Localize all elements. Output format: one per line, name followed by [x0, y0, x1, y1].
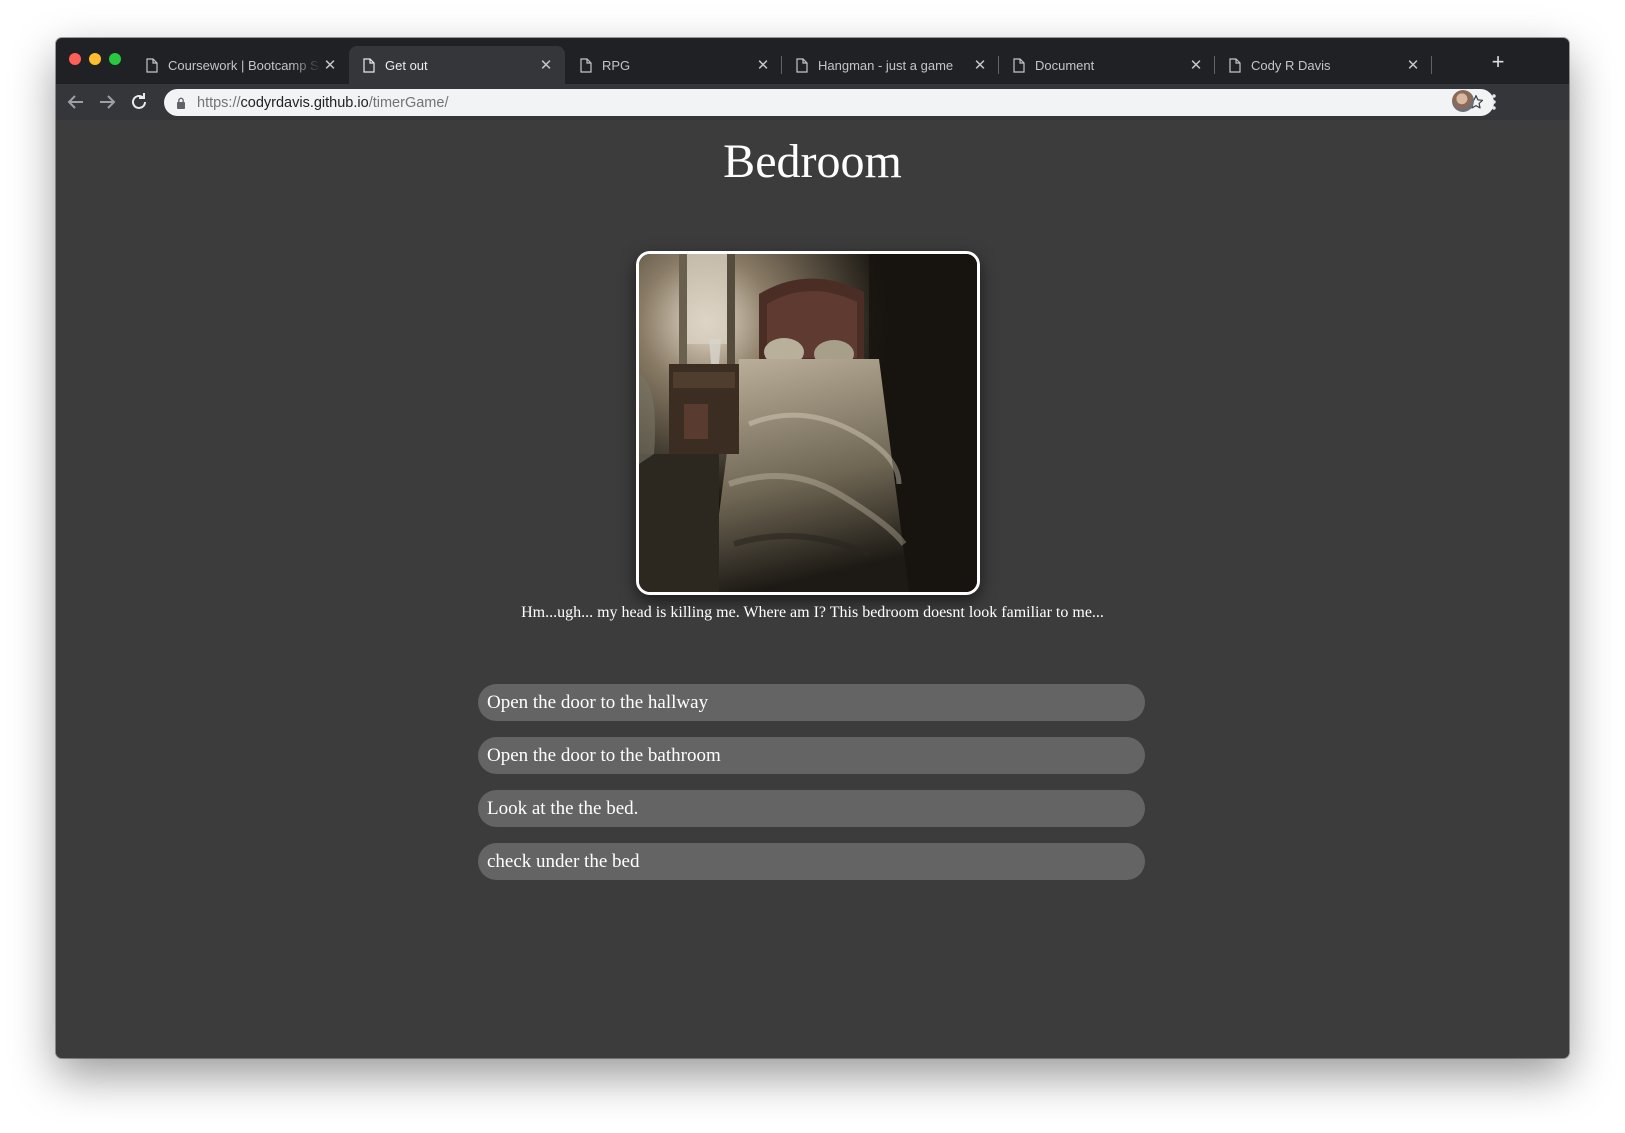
choice-open-bathroom-door[interactable]: Open the door to the bathroom: [478, 737, 1145, 774]
reload-icon[interactable]: [127, 90, 151, 114]
close-tab-icon[interactable]: ✕: [1187, 56, 1205, 74]
document-icon: [363, 57, 375, 73]
room-title: Bedroom: [723, 135, 902, 188]
tab-rpg[interactable]: RPG ✕: [566, 46, 782, 84]
tab-document[interactable]: Document ✕: [999, 46, 1215, 84]
tab-title: Document: [1035, 57, 1095, 73]
tab-title: Get out: [385, 57, 428, 73]
plus-icon: +: [1491, 49, 1505, 74]
tab-cody-r-davis[interactable]: Cody R Davis ✕: [1215, 46, 1432, 84]
lock-icon: [177, 97, 185, 109]
close-tab-icon[interactable]: ✕: [537, 56, 555, 74]
url-path: /timerGame/: [368, 94, 449, 111]
narration-text: Hm...ugh... my head is killing me. Where…: [521, 604, 1104, 621]
tab-separator: [1431, 56, 1432, 74]
tab-title: Cody R Davis: [1251, 57, 1331, 73]
bedroom-scene-image: [636, 251, 980, 595]
window-close-button[interactable]: [69, 53, 81, 65]
close-tab-icon[interactable]: ✕: [1404, 56, 1422, 74]
url-text: https://codyrdavis.github.io/timerGame/: [197, 95, 448, 111]
address-bar[interactable]: https://codyrdavis.github.io/timerGame/: [164, 89, 1494, 116]
browser-toolbar: https://codyrdavis.github.io/timerGame/: [56, 84, 1569, 120]
document-icon: [580, 57, 592, 73]
choice-check-under-bed[interactable]: check under the bed: [478, 843, 1145, 880]
tab-strip: Coursework | Bootcamp Spot ✕ Get out ✕ R…: [56, 38, 1569, 84]
arrow-right-icon[interactable]: [95, 90, 119, 114]
game-page: Bedroom Hm...ugh... my head is killing m…: [56, 120, 1569, 1058]
tab-title: Coursework | Bootcamp Spot: [168, 57, 321, 73]
document-icon: [1229, 57, 1241, 73]
window-minimize-button[interactable]: [89, 53, 101, 65]
new-tab-button[interactable]: +: [1486, 50, 1510, 74]
document-icon: [796, 57, 808, 73]
close-tab-icon[interactable]: ✕: [971, 56, 989, 74]
window-maximize-button[interactable]: [109, 53, 121, 65]
tab-get-out[interactable]: Get out ✕: [349, 46, 565, 84]
tab-title: Hangman - just a game: [818, 57, 954, 73]
url-host: codyrdavis.github.io: [240, 94, 369, 111]
document-icon: [146, 57, 158, 73]
close-tab-icon[interactable]: ✕: [754, 56, 772, 74]
close-tab-icon[interactable]: ✕: [321, 56, 339, 74]
browser-window: Coursework | Bootcamp Spot ✕ Get out ✕ R…: [56, 38, 1569, 1058]
document-icon: [1013, 57, 1025, 73]
tab-title: RPG: [602, 57, 631, 73]
choice-look-at-bed[interactable]: Look at the the bed.: [478, 790, 1145, 827]
arrow-left-icon[interactable]: [64, 90, 88, 114]
choice-list: Open the door to the hallway Open the do…: [478, 684, 1145, 896]
tab-hangman[interactable]: Hangman - just a game ✕: [782, 46, 999, 84]
tab-coursework[interactable]: Coursework | Bootcamp Spot ✕: [132, 46, 349, 84]
choice-open-hallway-door[interactable]: Open the door to the hallway: [478, 684, 1145, 721]
url-scheme: https://: [197, 94, 241, 111]
profile-avatar[interactable]: [1452, 90, 1474, 112]
kebab-menu-icon[interactable]: [1488, 92, 1500, 112]
